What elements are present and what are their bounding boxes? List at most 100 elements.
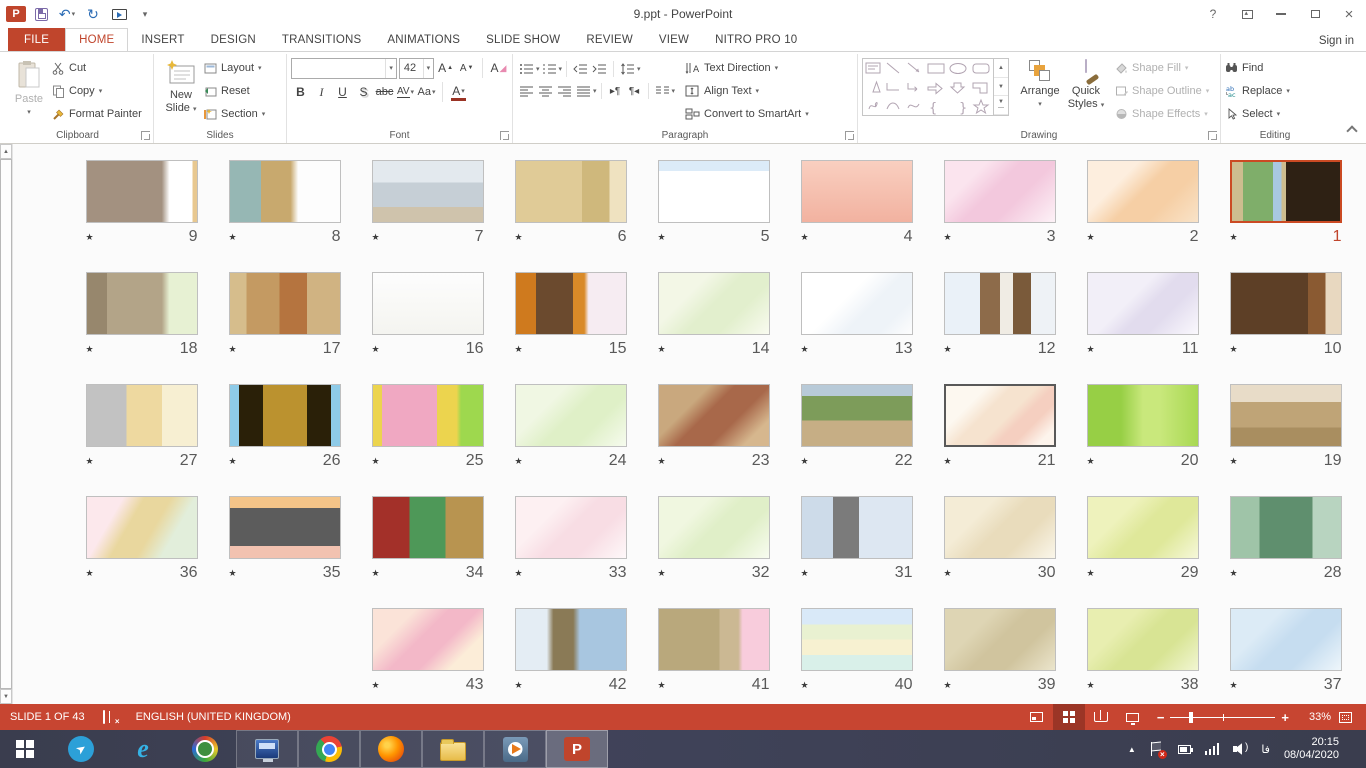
taskbar-internet-explorer-icon[interactable]: e [112,730,174,768]
action-center-flag-icon[interactable] [1150,742,1164,756]
section-button[interactable]: Section ▾ [204,104,265,124]
slide-thumbnail[interactable] [1087,496,1199,559]
slide-thumbnail[interactable] [944,272,1056,335]
increase-font-size-button[interactable]: A▲ [436,58,455,78]
align-text-button[interactable]: Align Text▾ [685,81,809,101]
tab-animations[interactable]: ANIMATIONS [374,28,473,51]
slide-thumbnail[interactable] [86,496,198,559]
slide-thumbnail[interactable] [944,496,1056,559]
transition-star-icon[interactable]: ★ [1230,232,1238,243]
transition-star-icon[interactable]: ★ [1230,344,1238,355]
slide-thumbnail[interactable] [801,272,913,335]
transition-star-icon[interactable]: ★ [372,568,380,579]
tab-design[interactable]: DESIGN [198,28,269,51]
tab-transitions[interactable]: TRANSITIONS [269,28,375,51]
undo-icon[interactable]: ↶ [56,4,78,24]
slide-thumbnail[interactable] [658,160,770,223]
transition-star-icon[interactable]: ★ [229,344,237,355]
copy-dropdown[interactable]: ▾ [99,87,103,95]
restore-icon[interactable] [1298,0,1332,28]
start-from-beginning-icon[interactable] [108,4,130,24]
decrease-font-size-button[interactable]: A▼ [457,58,476,78]
reset-button[interactable]: Reset [204,81,265,101]
transition-star-icon[interactable]: ★ [86,456,94,467]
slide-thumbnail[interactable] [372,272,484,335]
slide-thumbnail[interactable] [1230,272,1342,335]
slide-thumbnail[interactable] [1230,608,1342,671]
zoom-in-icon[interactable]: + [1281,710,1289,725]
slide-thumbnail[interactable] [372,384,484,447]
close-icon[interactable]: × [1332,0,1366,28]
tab-home[interactable]: HOME [65,28,128,51]
transition-star-icon[interactable]: ★ [658,232,666,243]
align-center-button[interactable] [536,81,555,101]
text-shadow-button[interactable]: S [354,82,373,102]
slide-thumbnail[interactable] [1230,384,1342,447]
scroll-down-icon[interactable]: ▼ [0,689,12,704]
bullets-button[interactable] [517,59,536,79]
language-status[interactable]: ENGLISH (UNITED KINGDOM) [136,711,291,723]
section-dropdown[interactable]: ▾ [262,110,266,118]
slide-show-view-icon[interactable] [1117,704,1149,730]
slide-thumbnail[interactable] [515,608,627,671]
zoom-slider-thumb[interactable] [1189,712,1193,723]
transition-star-icon[interactable]: ★ [944,680,952,691]
slide-thumbnail[interactable] [229,272,341,335]
right-to-left-text-button[interactable]: ¶◂ [625,81,644,101]
transition-star-icon[interactable]: ★ [372,680,380,691]
transition-star-icon[interactable]: ★ [1230,456,1238,467]
select-dropdown[interactable]: ▾ [1277,110,1281,118]
fit-slide-to-window-icon[interactable] [1339,712,1352,723]
transition-star-icon[interactable]: ★ [372,456,380,467]
transition-star-icon[interactable]: ★ [658,344,666,355]
slide-thumbnail[interactable] [515,272,627,335]
layout-button[interactable]: Layout ▾ [204,58,265,78]
replace-dropdown[interactable]: ▾ [1286,87,1290,95]
clear-formatting-button[interactable]: A◢ [489,58,508,78]
tab-slide-show[interactable]: SLIDE SHOW [473,28,573,51]
bold-button[interactable]: B [291,82,310,102]
numbering-button[interactable] [540,59,559,79]
transition-star-icon[interactable]: ★ [1087,680,1095,691]
slide-thumbnail[interactable] [658,496,770,559]
transition-star-icon[interactable]: ★ [801,568,809,579]
slide-thumbnail[interactable] [372,608,484,671]
slide-thumbnail[interactable] [1087,160,1199,223]
columns-button[interactable] [653,81,672,101]
transition-star-icon[interactable]: ★ [515,568,523,579]
transition-star-icon[interactable]: ★ [1087,456,1095,467]
slide-thumbnail[interactable] [1087,272,1199,335]
align-right-button[interactable] [555,81,574,101]
font-size-combo[interactable]: 42 ▾ [399,58,434,79]
font-name-dropdown[interactable]: ▾ [385,59,396,78]
slide-thumbnail[interactable] [515,384,627,447]
tab-view[interactable]: VIEW [646,28,702,51]
slide-thumbnail[interactable] [229,496,341,559]
tab-file[interactable]: FILE [8,28,65,51]
shape-fill-button[interactable]: Shape Fill▾ [1115,58,1209,78]
slide-sorter-view-icon[interactable] [1053,704,1085,730]
strikethrough-button[interactable]: abc [375,82,394,102]
transition-star-icon[interactable]: ★ [229,456,237,467]
increase-indent-button[interactable] [590,59,609,79]
taskbar-chrome-icon[interactable] [298,730,360,768]
transition-star-icon[interactable]: ★ [515,344,523,355]
hidden-icons-arrow-icon[interactable]: ▲ [1128,745,1136,754]
transition-star-icon[interactable]: ★ [1087,568,1095,579]
slide-thumbnail[interactable] [1087,384,1199,447]
slide-thumbnail[interactable] [229,160,341,223]
copy-button[interactable]: Copy ▾ [52,81,142,101]
slide-thumbnail[interactable] [1230,496,1342,559]
slide-thumbnail[interactable] [86,384,198,447]
transition-star-icon[interactable]: ★ [801,344,809,355]
shapes-scroll-up-icon[interactable]: ▲ [994,59,1008,78]
scrollbar-thumb[interactable] [0,159,12,689]
line-spacing-dropdown[interactable]: ▾ [637,65,641,73]
taskbar-powerpoint-icon[interactable]: P [546,730,608,768]
replace-button[interactable]: abac Replace ▾ [1225,81,1290,101]
transition-star-icon[interactable]: ★ [229,232,237,243]
font-name-combo[interactable]: ▾ [291,58,397,79]
vertical-scrollbar[interactable]: ▲ ▼ [0,144,13,704]
zoom-slider[interactable] [1170,717,1275,718]
slide-thumbnail[interactable] [515,496,627,559]
